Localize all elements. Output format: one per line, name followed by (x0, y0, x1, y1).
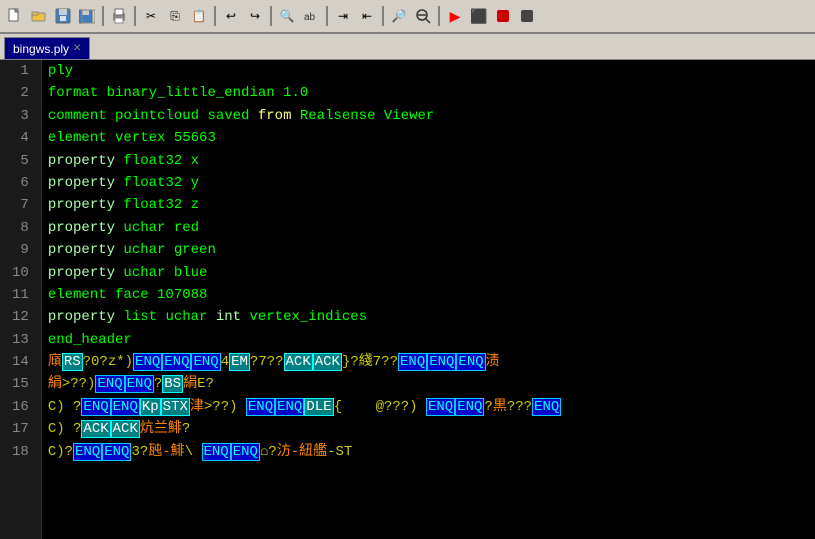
save-button[interactable] (52, 5, 74, 27)
code-line-14: 廎RS?0?z*)ENQENQENQ4EM?7??ACKACK}?綫7??ENQ… (48, 351, 809, 373)
tabbar: bingws.ply ✕ (0, 34, 815, 60)
indent-button[interactable]: ⇥ (332, 5, 354, 27)
tab-close-icon[interactable]: ✕ (73, 43, 81, 54)
code-line-15: 絹>??)ENQENQ?BS絹E? (48, 373, 809, 395)
code-line-8: property uchar red (48, 217, 809, 239)
line-num-16: 16 (8, 396, 33, 418)
line-num-8: 8 (8, 217, 33, 239)
svg-text:ab: ab (304, 12, 316, 23)
code-line-12: property list uchar int vertex_indices (48, 306, 809, 328)
line-num-12: 12 (8, 306, 33, 328)
code-line-11: element face 107088 (48, 284, 809, 306)
zoom-in-button[interactable]: 🔎 (388, 5, 410, 27)
code-line-17: C) ?ACKACK炕兰鯡? (48, 418, 809, 440)
line-num-14: 14 (8, 351, 33, 373)
sep7 (438, 6, 440, 26)
code-line-5: property float32 x (48, 150, 809, 172)
sep1 (102, 6, 104, 26)
code-line-6: property float32 y (48, 172, 809, 194)
line-num-13: 13 (8, 329, 33, 351)
stop-button[interactable]: ⬛ (468, 5, 490, 27)
line-num-1: 1 (8, 60, 33, 82)
extra1-button[interactable] (492, 5, 514, 27)
sep5 (326, 6, 328, 26)
redo-button[interactable]: ↪ (244, 5, 266, 27)
line-numbers: 1 2 3 4 5 6 7 8 9 10 11 12 13 14 15 16 1… (0, 60, 42, 539)
line-num-10: 10 (8, 262, 33, 284)
sep2 (134, 6, 136, 26)
run-button[interactable]: ▶ (444, 5, 466, 27)
sep4 (270, 6, 272, 26)
code-line-3: comment pointcloud saved from Realsense … (48, 105, 809, 127)
line-num-17: 17 (8, 418, 33, 440)
code-line-2: format binary_little_endian 1.0 (48, 82, 809, 104)
line-num-4: 4 (8, 127, 33, 149)
extra2-button[interactable] (516, 5, 538, 27)
outdent-button[interactable]: ⇤ (356, 5, 378, 27)
code-line-4: element vertex 55663 (48, 127, 809, 149)
line-num-5: 5 (8, 150, 33, 172)
find-button[interactable]: 🔍 (276, 5, 298, 27)
sep6 (382, 6, 384, 26)
code-line-7: property float32 z (48, 194, 809, 216)
zoom-out-button[interactable] (412, 5, 434, 27)
save-all-button[interactable] (76, 5, 98, 27)
tab-label: bingws.ply (13, 42, 69, 56)
paste-button[interactable]: 📋 (188, 5, 210, 27)
line-num-3: 3 (8, 105, 33, 127)
copy-button[interactable]: ⎘ (164, 5, 186, 27)
line-num-15: 15 (8, 373, 33, 395)
code-line-1: ply (48, 60, 809, 82)
open-button[interactable] (28, 5, 50, 27)
line-num-7: 7 (8, 194, 33, 216)
line-num-18: 18 (8, 441, 33, 463)
sep3 (214, 6, 216, 26)
line-num-9: 9 (8, 239, 33, 261)
line-num-6: 6 (8, 172, 33, 194)
code-line-16: C) ?ENQENQKpSTX津>??) ENQENQDLE{ @???) EN… (48, 396, 809, 418)
undo-button[interactable]: ↩ (220, 5, 242, 27)
editor[interactable]: 1 2 3 4 5 6 7 8 9 10 11 12 13 14 15 16 1… (0, 60, 815, 539)
code-line-18: C)?ENQENQ3?瓲-鯡\ ENQENQ⌂?汸-紐艦-ST (48, 441, 809, 463)
new-button[interactable] (4, 5, 26, 27)
line-num-11: 11 (8, 284, 33, 306)
replace-button[interactable]: ab (300, 5, 322, 27)
code-line-9: property uchar green (48, 239, 809, 261)
tab-bingws[interactable]: bingws.ply ✕ (4, 37, 90, 59)
toolbar: ✂ ⎘ 📋 ↩ ↪ 🔍 ab ⇥ ⇤ 🔎 ▶ ⬛ (0, 0, 815, 34)
code-area[interactable]: ply format binary_little_endian 1.0 comm… (42, 60, 815, 539)
cut-button[interactable]: ✂ (140, 5, 162, 27)
print-button[interactable] (108, 5, 130, 27)
code-line-10: property uchar blue (48, 262, 809, 284)
code-line-13: end_header (48, 329, 809, 351)
line-num-2: 2 (8, 82, 33, 104)
